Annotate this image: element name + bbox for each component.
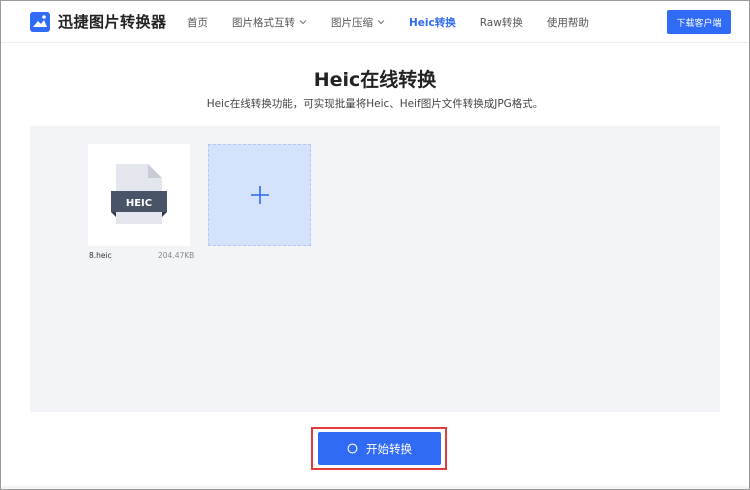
- add-file-button[interactable]: [208, 144, 311, 246]
- logo[interactable]: 迅捷图片转换器: [30, 11, 167, 32]
- start-convert-button[interactable]: 开始转换: [318, 432, 441, 465]
- nav-format-convert[interactable]: 图片格式互转: [232, 15, 307, 30]
- chevron-down-icon: [377, 20, 385, 25]
- nav-home[interactable]: 首页: [187, 15, 208, 30]
- nav-compress-label: 图片压缩: [331, 16, 373, 29]
- nav-raw-convert[interactable]: Raw转换: [480, 15, 523, 30]
- main-nav: 首页 图片格式互转 图片压缩 Heic转换 Raw转换 使用帮助: [187, 1, 613, 43]
- circle-icon: [347, 443, 358, 454]
- start-convert-label: 开始转换: [366, 441, 412, 456]
- heic-file-icon: HEIC: [111, 164, 167, 224]
- logo-text: 迅捷图片转换器: [58, 13, 167, 31]
- page-title: Heic在线转换: [313, 69, 437, 91]
- heic-icon-label: HEIC: [126, 198, 152, 209]
- nav-compress[interactable]: 图片压缩: [331, 15, 385, 30]
- nav-heic-convert[interactable]: Heic转换: [409, 15, 456, 30]
- nav-home-label: 首页: [187, 16, 208, 29]
- chevron-down-icon: [299, 20, 307, 25]
- file-size: 204.47KB: [158, 251, 195, 260]
- logo-icon: [30, 11, 50, 32]
- file-name: 8.heic: [89, 251, 112, 260]
- nav-format-convert-label: 图片格式互转: [232, 16, 295, 29]
- page-subtitle: Heic在线转换功能，可实现批量将Heic、Heif图片文件转换成JPG格式。: [206, 98, 544, 110]
- nav-help[interactable]: 使用帮助: [547, 15, 589, 30]
- top-header: 迅捷图片转换器 首页 图片格式互转 图片压缩 Heic转换 Raw转换 使用帮助…: [1, 1, 749, 43]
- file-thumbnail[interactable]: HEIC: [88, 144, 190, 246]
- plus-icon: [250, 186, 269, 204]
- nav-raw-convert-label: Raw转换: [479, 16, 523, 29]
- nav-help-label: 使用帮助: [546, 16, 589, 29]
- download-client-button[interactable]: 下载客户端: [667, 10, 731, 34]
- nav-heic-convert-label: Heic转换: [409, 16, 456, 29]
- bottom-strip: [1, 486, 749, 489]
